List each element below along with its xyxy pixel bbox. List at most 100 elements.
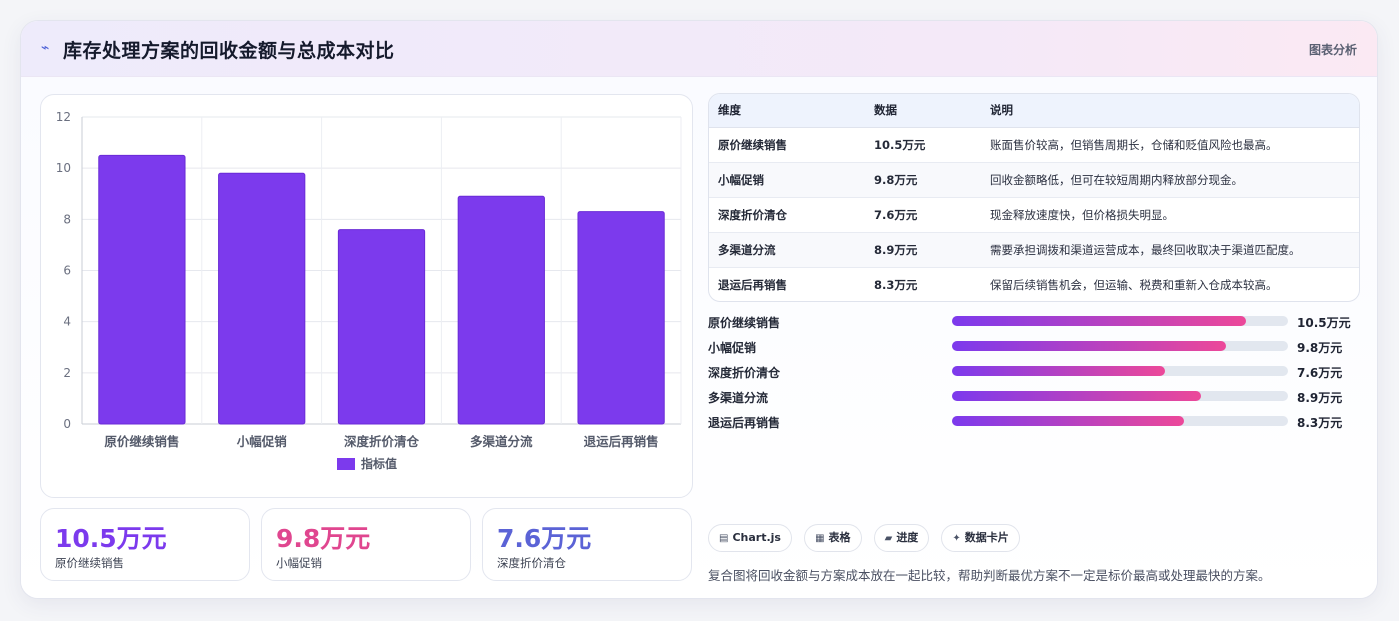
- bar: [577, 211, 665, 425]
- table-cell: 保留后续销售机会，但运输、税费和重新入仓成本较高。: [981, 266, 1359, 301]
- table-cell: 7.6万元: [865, 196, 981, 232]
- table-row: 退运后再销售 8.3万元 保留后续销售机会，但运输、税费和重新入仓成本较高。: [709, 266, 1359, 301]
- y-tick-label: 8: [63, 212, 71, 226]
- progress-value: 8.9万元: [1297, 391, 1343, 405]
- progress-value: 10.5万元: [1297, 316, 1351, 330]
- table-cell: 多渠道分流: [709, 231, 865, 267]
- progress-track: [952, 416, 1288, 426]
- table-cell: 小幅促销: [709, 161, 865, 197]
- progress-row: 深度折价清仓 7.6万元: [708, 361, 1360, 386]
- footnote: 复合图将回收金额与方案成本放在一起比较，帮助判断最优方案不一定是标价最高或处理最…: [708, 568, 1271, 583]
- x-tick-label: 退运后再销售: [584, 434, 659, 449]
- tag-label: 进度: [896, 531, 919, 544]
- tag-chartjs[interactable]: ▤ Chart.js: [708, 524, 792, 552]
- tag-progress[interactable]: ▰ 进度: [873, 524, 930, 552]
- progress-label: 小幅促销: [708, 341, 757, 355]
- bar: [457, 195, 545, 425]
- stat-label: 深度折价清仓: [497, 556, 566, 570]
- stat-value: 10.5万元: [55, 524, 167, 553]
- tag-list: ▤ Chart.js ▦ 表格 ▰ 进度 ✦ 数据卡片: [708, 524, 1027, 552]
- progress-track: [952, 316, 1288, 326]
- bar-chart-panel: 0 2 4 6 8 10 12 原价继续销售 小幅促销 深度折价清仓 多渠道分流 退运后再销售指标值: [40, 94, 693, 498]
- table-cell: 9.8万元: [865, 161, 981, 197]
- y-tick-label: 0: [63, 417, 71, 431]
- bar: [337, 229, 426, 425]
- table-cell: 账面售价较高，但销售周期长，仓储和贬值风险也最高。: [990, 137, 1278, 152]
- card-header: ⌁ 库存处理方案的回收金额与总成本对比 图表分析: [21, 21, 1377, 77]
- y-tick-label: 4: [63, 315, 71, 329]
- table-cell: 需要承担调拨和渠道运营成本，最终回收取决于渠道匹配度。: [981, 231, 1359, 267]
- tag-label: 数据卡片: [964, 531, 1009, 544]
- progress-value: 7.6万元: [1297, 366, 1343, 380]
- table-row: 小幅促销 9.8万元 回收金额略低，但可在较短周期内释放部分现金。: [709, 161, 1359, 197]
- progress-track: [952, 366, 1288, 376]
- progress-fill: [952, 391, 1202, 401]
- table-cell: 回收金额略低，但可在较短周期内释放部分现金。: [981, 161, 1359, 197]
- chart-analysis-label: 图表分析: [1308, 43, 1357, 57]
- stat-card-3: 7.6万元 深度折价清仓: [482, 508, 692, 581]
- bar: [218, 172, 306, 425]
- y-tick-label: 6: [63, 264, 71, 278]
- table-header-row: 维度 数据 说明: [709, 94, 1359, 128]
- bar: [98, 154, 186, 425]
- stat-value: 7.6万元: [497, 524, 592, 553]
- stat-card-1: 10.5万元 原价继续销售: [40, 508, 250, 581]
- y-tick-label: 2: [63, 366, 71, 380]
- chart-icon: ▤: [719, 533, 729, 544]
- stat-label: 小幅促销: [276, 556, 322, 570]
- page-title: 库存处理方案的回收金额与总成本对比: [63, 40, 395, 62]
- x-tick-label: 多渠道分流: [470, 434, 533, 449]
- data-table: 维度 数据 说明 原价继续销售 10.5万元 账面售价较高，但销售周期长，仓储和…: [709, 94, 1359, 301]
- trend-icon: ⌁: [41, 40, 50, 56]
- table-row: 原价继续销售 10.5万元 账面售价较高，但销售周期长，仓储和贬值风险也最高。: [709, 127, 1359, 162]
- column-header: 维度: [709, 94, 865, 128]
- progress-track: [952, 391, 1288, 401]
- column-header: 说明: [981, 94, 1359, 128]
- progress-track: [952, 341, 1288, 351]
- progress-fill: [952, 416, 1185, 426]
- progress-row: 退运后再销售 8.3万元: [708, 411, 1360, 436]
- table-row: 多渠道分流 8.9万元 需要承担调拨和渠道运营成本，最终回收取决于渠道匹配度。: [709, 231, 1359, 267]
- progress-fill: [952, 341, 1227, 351]
- progress-fill: [952, 366, 1165, 376]
- tag-label: 表格: [828, 531, 851, 544]
- x-tick-label: 小幅促销: [236, 434, 288, 449]
- x-tick-label: 深度折价清仓: [344, 434, 420, 449]
- progress-fill: [952, 316, 1246, 326]
- table-cell: 现金释放速度快，但价格损失明显。: [981, 196, 1359, 232]
- table-icon: ▦: [815, 533, 825, 544]
- tag-table[interactable]: ▦ 表格: [804, 524, 862, 552]
- table-cell: 8.9万元: [865, 231, 981, 267]
- card-body: 0 2 4 6 8 10 12 原价继续销售 小幅促销 深度折价清仓 多渠道分流 退运后再销售 指标值 …: [21, 77, 1377, 598]
- progress-list: 原价继续销售 10.5万元 小幅促销 9.8万元 深度折价清仓 7.6万元 多渠…: [708, 311, 1360, 436]
- table-cell: 退运后再销售: [709, 266, 865, 301]
- data-table-panel: 维度 数据 说明 原价继续销售 10.5万元 账面售价较高，但销售周期长，仓储和…: [708, 93, 1360, 302]
- table-cell: 8.3万元: [865, 266, 981, 301]
- progress-icon: ▰: [884, 533, 893, 544]
- legend-swatch: [337, 458, 355, 470]
- progress-value: 9.8万元: [1297, 341, 1343, 355]
- bar-chart: 0 2 4 6 8 10 12 原价继续销售 小幅促销 深度折价清仓 多渠道分流 退运后再销售指标值: [56, 110, 682, 471]
- stat-card-2: 9.8万元 小幅促销: [261, 508, 471, 581]
- y-tick-label: 10: [56, 161, 71, 175]
- table-cell: 10.5万元: [874, 137, 926, 152]
- progress-row: 多渠道分流 8.9万元: [708, 386, 1360, 411]
- progress-label: 退运后再销售: [708, 416, 781, 430]
- progress-label: 原价继续销售: [708, 316, 781, 330]
- x-tick-label: 原价继续销售: [104, 434, 179, 449]
- tag-data-card[interactable]: ✦ 数据卡片: [941, 524, 1020, 552]
- progress-label: 多渠道分流: [708, 391, 769, 405]
- progress-row: 小幅促销 9.8万元: [708, 336, 1360, 361]
- progress-value: 8.3万元: [1297, 416, 1343, 430]
- table-cell: 原价继续销售: [718, 137, 787, 152]
- table-cell: 深度折价清仓: [709, 196, 865, 232]
- progress-label: 深度折价清仓: [708, 366, 781, 380]
- legend-label: 指标值: [361, 456, 397, 471]
- stat-value: 9.8万元: [276, 524, 371, 553]
- y-tick-label: 12: [56, 110, 71, 124]
- table-row: 深度折价清仓 7.6万元 现金释放速度快，但价格损失明显。: [709, 196, 1359, 232]
- chart-card: ⌁ 库存处理方案的回收金额与总成本对比 图表分析 0 2 4 6 8 10 12 原价继续销售…: [20, 20, 1378, 599]
- tag-label: Chart.js: [732, 531, 781, 544]
- card-icon: ✦: [952, 533, 961, 544]
- progress-row: 原价继续销售 10.5万元: [708, 311, 1360, 336]
